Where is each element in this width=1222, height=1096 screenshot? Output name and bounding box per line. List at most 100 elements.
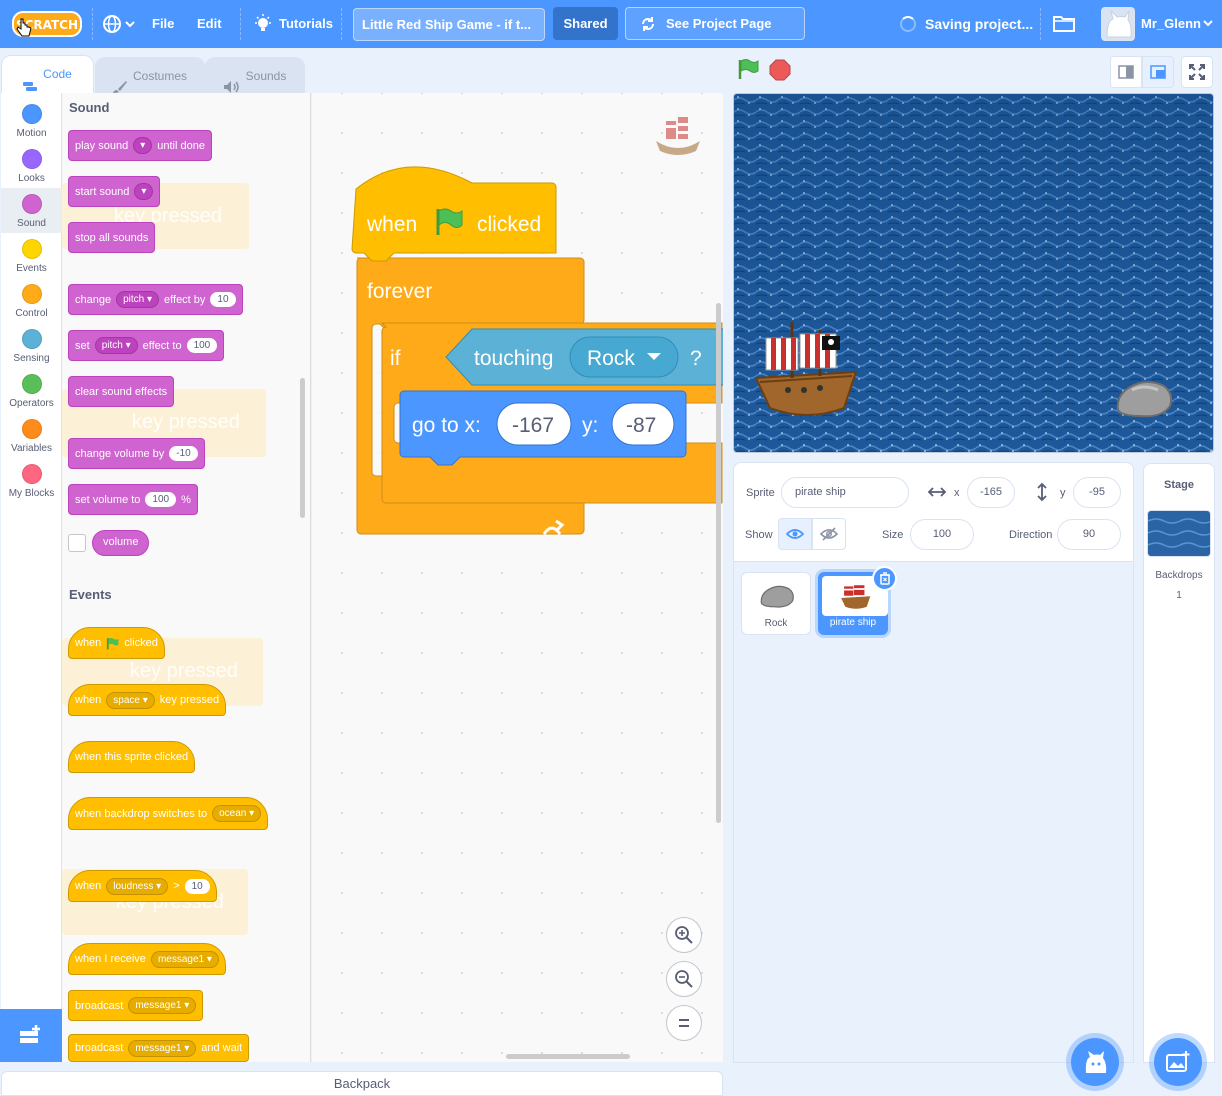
category-dot-icon xyxy=(21,149,42,169)
backdrop-dropdown[interactable]: ocean ▾ xyxy=(212,805,262,822)
choose-backdrop-button[interactable] xyxy=(1154,1038,1202,1086)
small-stage-button[interactable] xyxy=(1110,56,1142,88)
file-menu[interactable]: File xyxy=(152,16,174,31)
green-flag-icon[interactable] xyxy=(737,58,759,80)
block-when-loudness[interactable]: when loudness ▾ >10 xyxy=(68,870,217,902)
block-volume-reporter[interactable]: volume xyxy=(92,530,150,556)
message-dropdown[interactable]: message1 ▾ xyxy=(150,950,219,968)
number-input[interactable]: 100 xyxy=(186,338,218,353)
username[interactable]: Mr_Glenn xyxy=(1141,16,1201,31)
sprite-name-input[interactable]: pirate ship xyxy=(781,477,909,508)
script-touching-label[interactable]: touching xyxy=(474,347,553,371)
large-stage-button[interactable] xyxy=(1142,56,1174,88)
y-position-input[interactable]: -95 xyxy=(1073,477,1121,508)
see-project-page-button[interactable]: See Project Page xyxy=(625,7,805,40)
backpack-bar[interactable]: Backpack xyxy=(1,1071,723,1096)
dropdown[interactable]: ▾ xyxy=(133,137,153,154)
dropdown[interactable]: ▾ xyxy=(134,183,154,200)
project-title-input[interactable]: Little Red Ship Game - if t... xyxy=(353,8,545,41)
script-vertical-scrollbar[interactable] xyxy=(716,303,721,823)
sprite-tile-rock[interactable]: Rock xyxy=(741,572,811,635)
zoom-out-icon xyxy=(675,970,693,988)
tab-sounds[interactable]: Sounds xyxy=(205,57,305,93)
category-my-blocks[interactable]: My Blocks xyxy=(1,458,62,503)
backdrop-thumbnail[interactable] xyxy=(1147,510,1211,557)
show-label: Show xyxy=(745,529,773,541)
stop-sign-icon[interactable] xyxy=(769,59,791,81)
stage-selector-panel[interactable]: Stage Backdrops 1 xyxy=(1143,463,1215,1063)
script-area[interactable]: when clicked forever if touching Rock ? … xyxy=(312,93,723,1062)
volume-monitor-checkbox[interactable] xyxy=(68,534,86,552)
tab-costumes[interactable]: Costumes xyxy=(95,57,205,93)
block-when-i-receive[interactable]: when I receive message1 ▾ xyxy=(68,943,226,975)
block-clear-sound-effects[interactable]: clear sound effects xyxy=(68,376,175,407)
effect-dropdown[interactable]: pitch ▾ xyxy=(116,291,160,308)
shared-button[interactable]: Shared xyxy=(553,7,618,40)
number-input[interactable]: -10 xyxy=(169,446,198,461)
language-globe-icon[interactable] xyxy=(102,14,136,34)
category-operators[interactable]: Operators xyxy=(1,368,62,413)
goto-y-input[interactable]: -87 xyxy=(626,414,656,438)
block-change-pitch-effect[interactable]: change pitch ▾ effect by 10 xyxy=(68,284,243,315)
zoom-in-button[interactable] xyxy=(666,917,702,953)
zoom-out-button[interactable] xyxy=(666,961,702,997)
block-when-key-pressed[interactable]: when space ▾ key pressed xyxy=(68,684,227,716)
block-when-backdrop-switches[interactable]: when backdrop switches to ocean ▾ xyxy=(68,797,269,830)
speaker-icon xyxy=(223,71,240,93)
choose-sprite-button[interactable] xyxy=(1071,1038,1119,1086)
category-dot-icon xyxy=(21,329,42,349)
category-control[interactable]: Control xyxy=(1,278,62,323)
stage-canvas[interactable] xyxy=(733,93,1214,453)
goto-x-input[interactable]: -167 xyxy=(512,414,554,438)
category-looks[interactable]: Looks xyxy=(1,143,62,188)
account-chevron-down-icon[interactable] xyxy=(1203,20,1213,27)
block-when-flag-clicked[interactable]: when clicked xyxy=(68,627,165,659)
tutorials-lightbulb-icon[interactable] xyxy=(253,14,273,34)
pirate-ship-sprite[interactable] xyxy=(752,316,862,426)
number-input[interactable]: 10 xyxy=(184,878,210,894)
user-avatar[interactable] xyxy=(1101,7,1135,41)
script-forever-label[interactable]: forever xyxy=(367,280,432,304)
script-goto-label[interactable]: go to x: xyxy=(412,414,481,438)
palette-scrollbar[interactable] xyxy=(300,378,305,518)
block-broadcast[interactable]: broadcast message1 ▾ xyxy=(68,990,204,1021)
block-stop-all-sounds[interactable]: stop all sounds xyxy=(68,222,156,253)
script-horizontal-scrollbar[interactable] xyxy=(506,1054,630,1059)
block-set-volume[interactable]: set volume to 100% xyxy=(68,484,198,515)
hide-sprite-button[interactable] xyxy=(812,518,846,550)
rock-sprite[interactable] xyxy=(1114,376,1174,420)
x-position-input[interactable]: -165 xyxy=(967,477,1015,508)
key-dropdown[interactable]: space ▾ xyxy=(106,691,155,709)
menu-separator xyxy=(92,8,93,40)
category-sound[interactable]: Sound xyxy=(1,188,62,233)
block-broadcast-and-wait[interactable]: broadcast message1 ▾ and wait xyxy=(68,1034,250,1062)
category-events[interactable]: Events xyxy=(1,233,62,278)
show-sprite-button[interactable] xyxy=(778,518,812,550)
number-input[interactable]: 100 xyxy=(145,492,177,507)
category-variables[interactable]: Variables xyxy=(1,413,62,458)
category-sensing[interactable]: Sensing xyxy=(1,323,62,368)
block-when-this-sprite-clicked[interactable]: when this sprite clicked xyxy=(68,741,196,773)
touching-target-dropdown[interactable]: Rock xyxy=(587,347,635,371)
fullscreen-button[interactable] xyxy=(1181,56,1213,88)
category-motion[interactable]: Motion xyxy=(1,98,62,143)
block-change-volume[interactable]: change volume by -10 xyxy=(68,438,205,469)
delete-sprite-button[interactable] xyxy=(872,566,897,591)
block-start-sound[interactable]: start sound ▾ xyxy=(68,176,161,207)
zoom-reset-button[interactable] xyxy=(666,1005,702,1041)
number-input[interactable]: 10 xyxy=(210,292,236,307)
edit-menu[interactable]: Edit xyxy=(197,16,222,31)
script-if-label[interactable]: if xyxy=(390,347,401,371)
sensor-dropdown[interactable]: loudness ▾ xyxy=(106,877,169,895)
my-stuff-folder-icon[interactable] xyxy=(1053,14,1075,32)
tutorials-menu[interactable]: Tutorials xyxy=(279,16,333,31)
size-input[interactable]: 100 xyxy=(910,519,974,550)
block-set-pitch-effect[interactable]: set pitch ▾ effect to 100 xyxy=(68,330,225,361)
tab-code[interactable]: Code xyxy=(1,55,94,94)
message-dropdown[interactable]: message1 ▾ xyxy=(128,1039,197,1057)
direction-input[interactable]: 90 xyxy=(1057,519,1121,550)
message-dropdown[interactable]: message1 ▾ xyxy=(128,997,197,1014)
effect-dropdown[interactable]: pitch ▾ xyxy=(94,337,138,354)
block-play-sound-until-done[interactable]: play sound ▾ until done xyxy=(68,130,212,161)
add-extension-button[interactable] xyxy=(0,1009,62,1062)
